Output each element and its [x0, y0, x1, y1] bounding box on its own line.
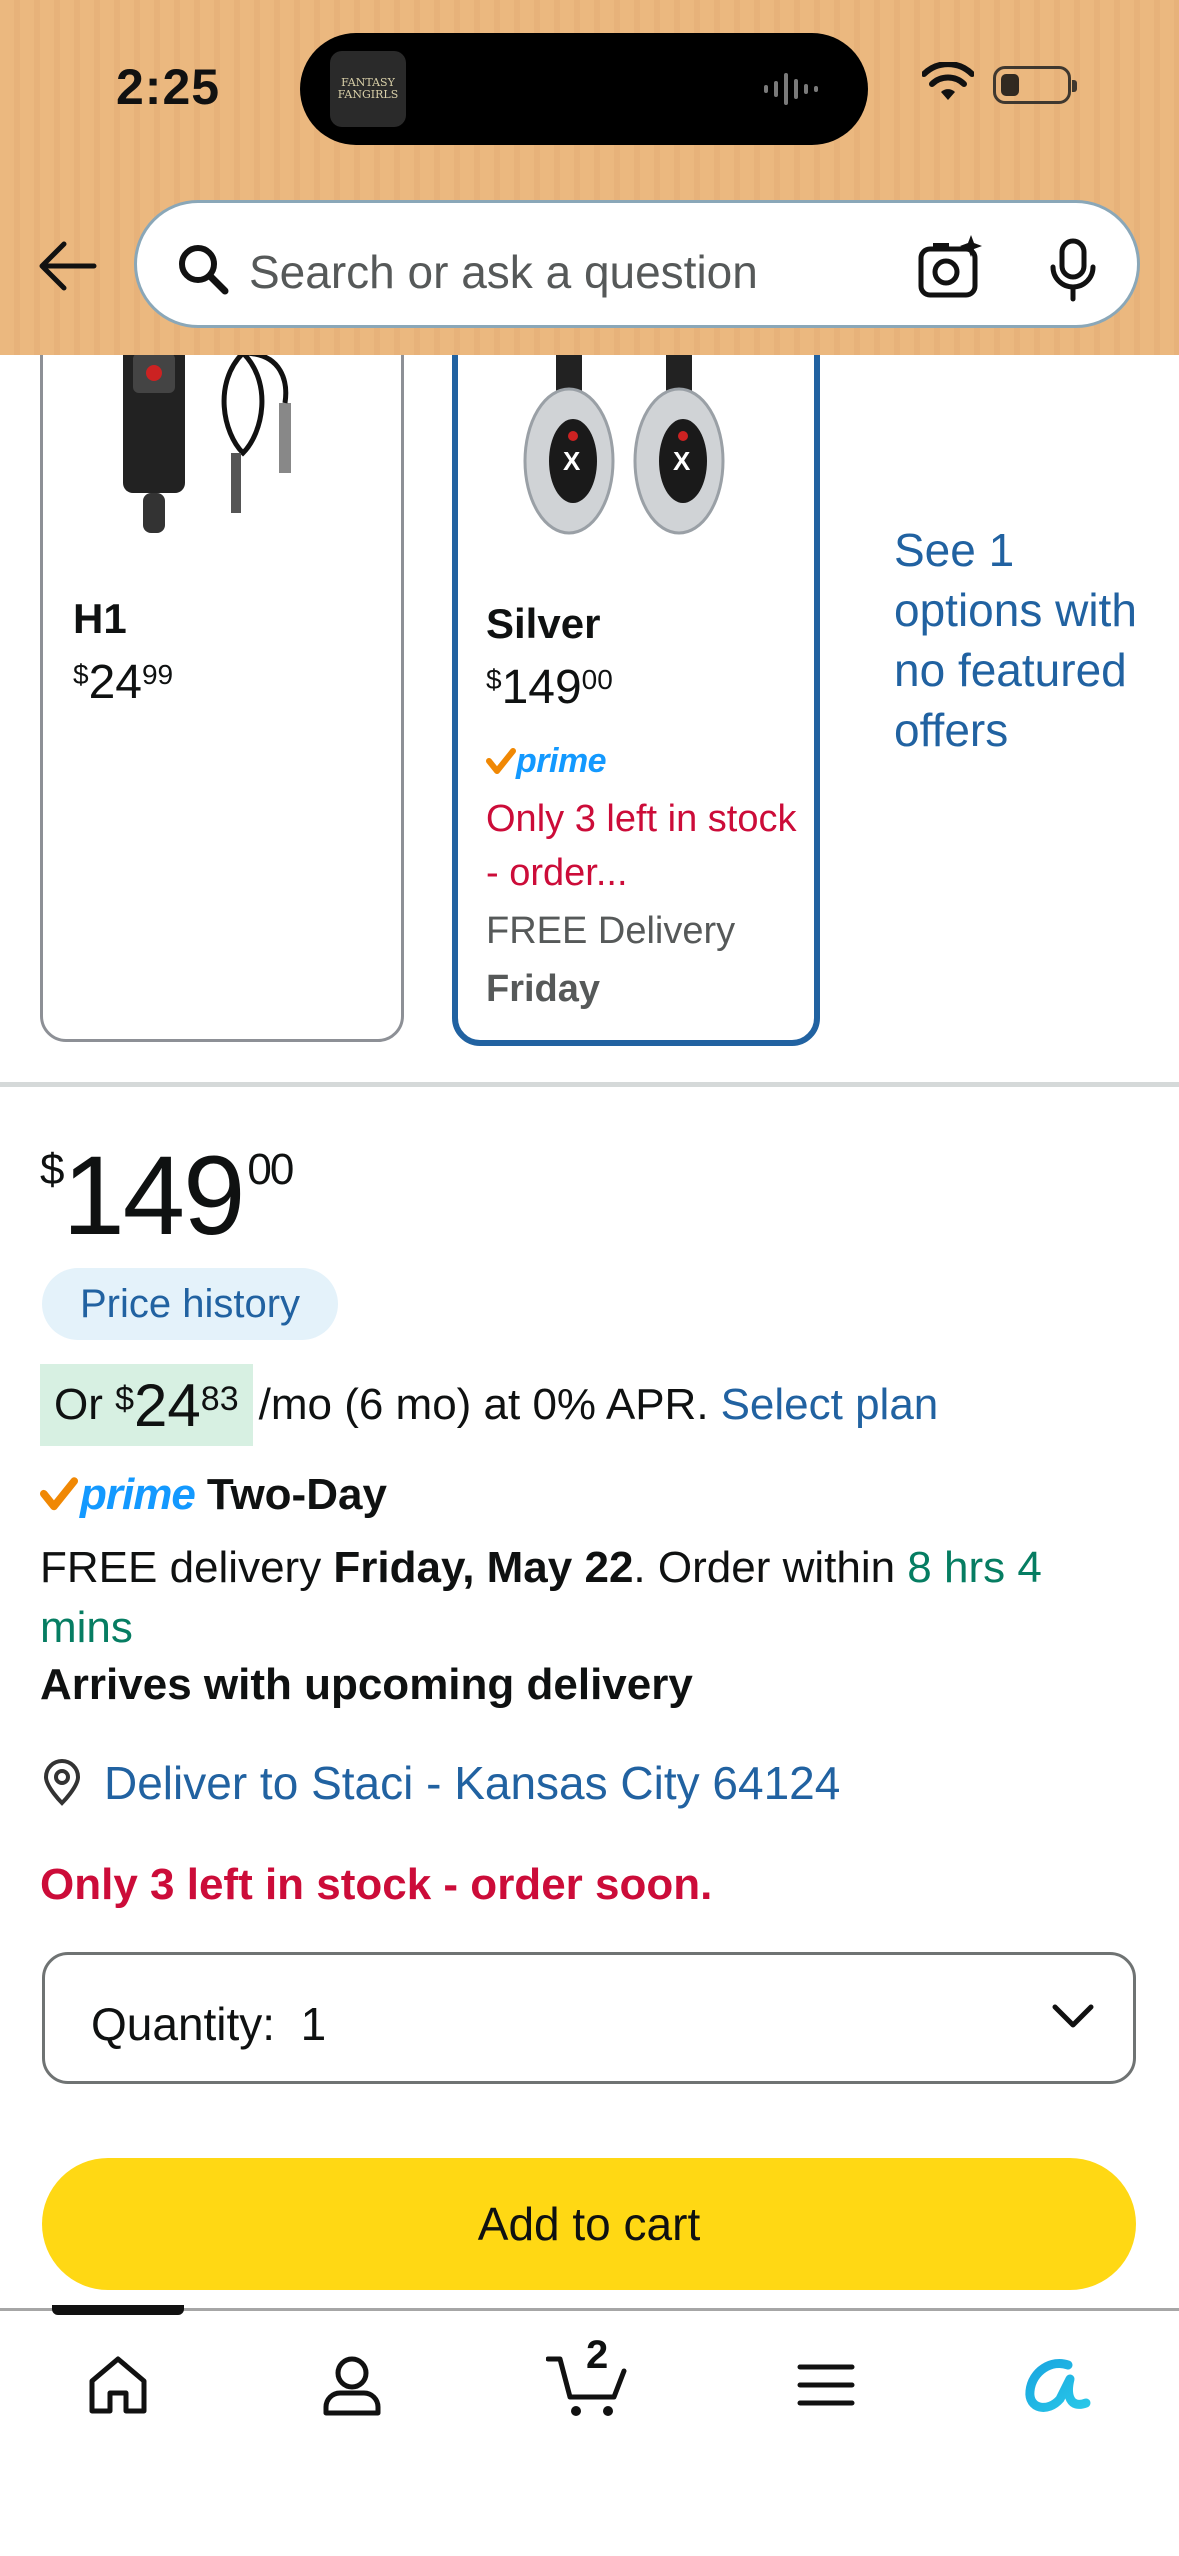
prime-badge: prime	[486, 742, 607, 781]
menu-icon[interactable]	[792, 2351, 860, 2419]
prime-delivery-badge: prime Two-Day	[40, 1470, 387, 1520]
delivery-estimate: FREE delivery Friday, May 22. Order with…	[40, 1543, 1042, 1652]
section-divider	[0, 1082, 1179, 1087]
variant-delivery-label: FREE Delivery	[486, 910, 736, 952]
variant-delivery-day: Friday	[486, 968, 601, 1010]
back-arrow-icon[interactable]	[34, 238, 98, 294]
wifi-icon	[922, 62, 974, 100]
prime-check-icon	[486, 747, 516, 774]
prime-check-icon	[40, 1477, 78, 1511]
quantity-dropdown[interactable]: Quantity: 1	[42, 1952, 1136, 2084]
audio-wave-icon	[764, 73, 818, 105]
product-image-h1	[123, 343, 291, 533]
nav-active-indicator	[52, 2305, 184, 2315]
search-bar[interactable]: Search or ask a question	[134, 200, 1140, 328]
see-options-link[interactable]: See 1 options with no featured offers	[894, 520, 1174, 760]
stock-warning: Only 3 left in stock - order soon.	[40, 1860, 713, 1909]
microphone-icon[interactable]	[1045, 237, 1101, 303]
search-placeholder[interactable]: Search or ask a question	[249, 245, 758, 299]
rufus-icon[interactable]	[1022, 2351, 1094, 2419]
cart-button[interactable]: 2	[546, 2333, 636, 2421]
camera-search-icon[interactable]	[915, 233, 985, 303]
select-plan-link[interactable]: Select plan	[721, 1380, 939, 1430]
delivery-speed: Two-Day	[206, 1470, 387, 1519]
search-icon	[179, 245, 229, 295]
installment-highlight: Or $24 83	[40, 1364, 253, 1446]
arrives-note: Arrives with upcoming delivery	[40, 1660, 693, 1709]
account-icon[interactable]	[318, 2351, 386, 2419]
cart-count: 2	[586, 2333, 609, 2377]
variant-price: $14900	[486, 661, 613, 714]
bottom-nav: 2	[0, 2305, 1179, 2556]
svg-text:X: X	[563, 446, 581, 476]
add-to-cart-button[interactable]: Add to cart	[42, 2158, 1136, 2290]
quantity-value: 1	[300, 1998, 327, 2050]
variant-card-h1[interactable]: H1 $2499	[40, 300, 404, 1042]
variant-name: Silver	[486, 600, 601, 647]
variant-card-silver[interactable]: X X Silver $14900 prime Only 3 left in s…	[452, 300, 820, 1046]
app-header: 2:25 FANTASY FANGIRLS Search or ask a qu…	[0, 0, 1179, 355]
location-pin-icon	[43, 1759, 81, 1806]
status-time: 2:25	[116, 59, 221, 115]
main-price: $14900	[40, 1133, 294, 1258]
product-image-silver: X X	[523, 346, 725, 535]
variant-name: H1	[73, 595, 127, 642]
variant-stock-text: Only 3 left in stock - order...	[486, 798, 797, 894]
battery-icon	[993, 66, 1077, 104]
deliver-to-link[interactable]: Deliver to Staci - Kansas City 64124	[40, 1756, 840, 1810]
dynamic-island: FANTASY FANGIRLS	[300, 33, 868, 145]
island-app-logo: FANTASY FANGIRLS	[330, 51, 406, 127]
chevron-down-icon	[1052, 2004, 1094, 2028]
price-history-button[interactable]: Price history	[42, 1268, 339, 1340]
svg-text:X: X	[673, 446, 691, 476]
home-icon[interactable]	[84, 2351, 152, 2419]
installment-offer: Or $24 83 /mo (6 mo) at 0% APR. Select pl…	[40, 1364, 938, 1446]
installment-terms: /mo (6 mo) at 0% APR.	[258, 1380, 709, 1429]
variant-price: $2499	[73, 656, 174, 709]
